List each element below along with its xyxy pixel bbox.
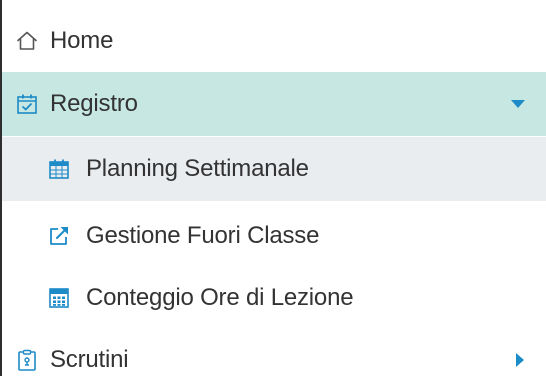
sidebar-item-label: Planning Settimanale (86, 155, 309, 182)
sidebar-item-label: Gestione Fuori Classe (86, 222, 320, 249)
sidebar-item-conteggio-ore[interactable]: Conteggio Ore di Lezione (2, 266, 546, 330)
calculator-icon (46, 285, 72, 311)
sidebar-item-gestione-fuori-classe[interactable]: Gestione Fuori Classe (2, 204, 546, 268)
clipboard-icon (14, 347, 40, 373)
sidebar-item-planning-settimanale[interactable]: Planning Settimanale (2, 137, 546, 201)
calendar-icon (46, 156, 72, 182)
sidebar-nav: Home Registro Planning Settimanale Gesti… (0, 0, 546, 376)
external-link-icon (46, 223, 72, 249)
sidebar-item-label: Registro (50, 90, 138, 117)
sidebar-item-label: Conteggio Ore di Lezione (86, 284, 354, 311)
sidebar-item-scrutini[interactable]: Scrutini (2, 328, 546, 376)
home-icon (14, 28, 40, 54)
sidebar-item-registro[interactable]: Registro (2, 72, 546, 136)
sidebar-item-label: Home (50, 27, 114, 54)
chevron-right-icon[interactable] (514, 352, 526, 368)
sidebar-item-home[interactable]: Home (2, 9, 546, 73)
calendar-check-icon (14, 91, 40, 117)
sidebar-item-label: Scrutini (50, 346, 129, 373)
chevron-down-icon[interactable] (510, 98, 526, 110)
